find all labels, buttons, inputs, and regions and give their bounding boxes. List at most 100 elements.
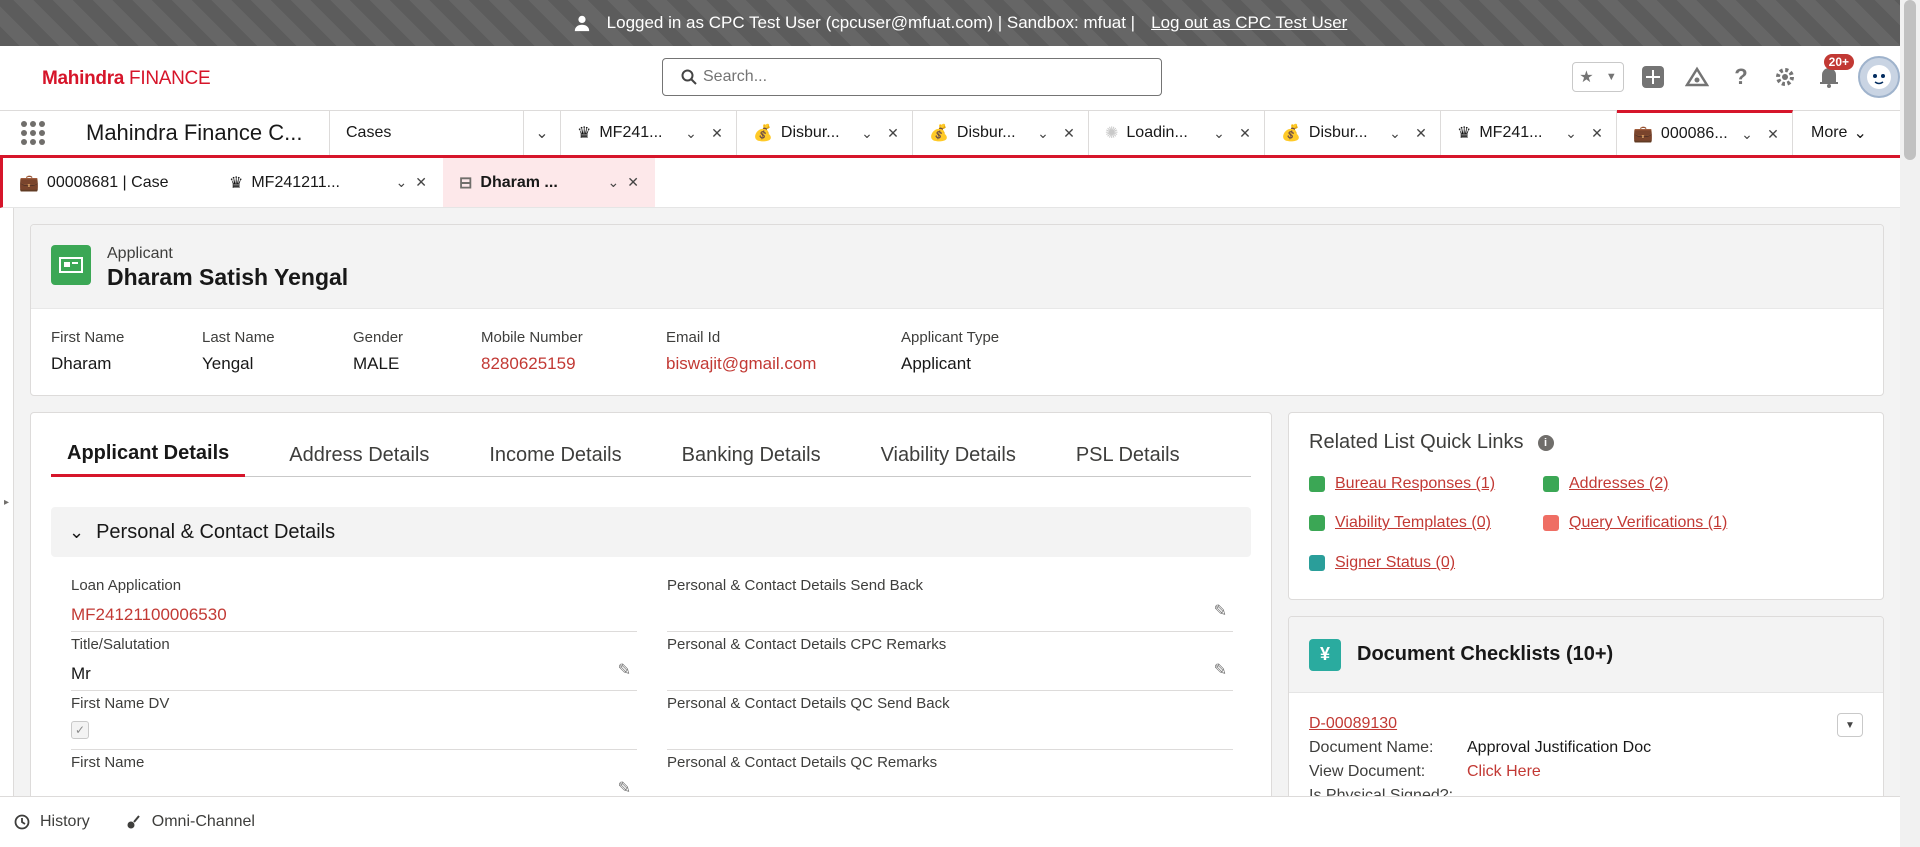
nav-menu-dropdown[interactable]: ⌄ [524,111,561,155]
crown-icon: ♛ [229,174,244,192]
quick-link-query-verifications[interactable]: Query Verifications (1) [1543,514,1727,532]
close-tab-icon[interactable]: ✕ [884,125,902,142]
edit-pencil-icon[interactable]: ✎ [618,660,631,680]
scrollbar-thumb[interactable] [1904,0,1916,160]
astro-avatar-icon [1867,65,1891,89]
quick-link-bureau-responses[interactable]: Bureau Responses (1) [1309,475,1495,493]
checklist-title[interactable]: Document Checklists (10+) [1357,643,1613,666]
chevron-down-icon[interactable]: ⌄ [1738,126,1756,143]
close-tab-icon[interactable]: ✕ [708,125,726,142]
notifications-button[interactable]: 20+ [1814,54,1854,92]
gear-icon [1776,68,1794,86]
user-avatar[interactable] [1858,56,1900,98]
company-logo[interactable]: Mahindra FINANCE [42,68,211,90]
workspace-tab[interactable]: ♛ MF241... ⌄ ✕ [1441,111,1617,155]
subtab-loan-application[interactable]: ♛ MF241211... ⌄ ✕ [213,158,443,207]
workspace-tab-active[interactable]: 💼 000086... ⌄ ✕ [1617,110,1793,155]
applicant-icon: ⊟ [459,174,473,192]
tab-applicant-details[interactable]: Applicant Details [51,433,246,477]
omni-channel-utility[interactable]: Omni-Channel [126,813,255,831]
login-as-banner: Logged in as CPC Test User (cpcuser@mfua… [0,0,1920,46]
view-document-link[interactable]: Click Here [1467,763,1541,781]
logout-link[interactable]: Log out as CPC Test User [1151,13,1347,33]
nav-item-cases[interactable]: Cases [330,111,524,155]
edit-pencil-icon[interactable]: ✎ [1214,660,1227,680]
info-icon[interactable]: i [1537,434,1554,451]
loan-application-link[interactable]: MF24121100006530 [71,605,227,625]
tab-viability-details[interactable]: Viability Details [865,433,1032,477]
global-actions-button[interactable] [1638,62,1668,92]
workspace-tab[interactable]: 💰 Disbur... ⌄ ✕ [737,111,913,155]
workspace-tab[interactable]: ✺ Loadin... ⌄ ✕ [1089,111,1265,155]
section-toggle-personal-contact[interactable]: ⌄ Personal & Contact Details [51,507,1251,557]
close-tab-icon[interactable]: ✕ [1236,125,1254,142]
quick-link-addresses[interactable]: Addresses (2) [1543,475,1669,493]
chevron-down-icon[interactable]: ⌄ [1386,125,1404,142]
field-label: Email Id [666,329,721,346]
chevron-down-icon[interactable]: ⌄ [682,125,700,142]
chevron-down-icon[interactable]: ⌄ [608,174,620,191]
chevron-down-icon[interactable]: ⌄ [1562,125,1580,142]
quick-link-signer-status[interactable]: Signer Status (0) [1309,554,1455,572]
money-bag-icon: 💰 [753,125,773,142]
workspace-tab[interactable]: ♛ MF241... ⌄ ✕ [561,111,737,155]
record-icon [1309,515,1325,531]
subtab-applicant-active[interactable]: ⊟ Dharam ... ⌄ ✕ [443,158,655,207]
chevron-down-icon[interactable]: ⌄ [1210,125,1228,142]
trailhead-icon [1685,66,1709,87]
quick-link-viability-templates[interactable]: Viability Templates (0) [1309,514,1491,532]
tab-address-details[interactable]: Address Details [273,433,445,477]
chevron-down-icon[interactable]: ⌄ [858,125,876,142]
close-subtab-icon[interactable]: ✕ [627,174,639,191]
money-bag-icon: 💰 [1281,125,1301,142]
edit-record-icon [1543,515,1559,531]
app-launcher-button[interactable] [0,111,66,155]
quick-link-label: Viability Templates (0) [1335,514,1491,531]
subtab-case[interactable]: 💼 00008681 | Case [3,158,213,207]
workspace-tab[interactable]: 💰 Disbur... ⌄ ✕ [913,111,1089,155]
global-search-input[interactable]: Search... [662,58,1162,96]
close-subtab-icon[interactable]: ✕ [415,174,427,191]
chevron-down-icon[interactable]: ⌄ [396,174,408,191]
edit-pencil-icon[interactable]: ✎ [618,778,631,796]
close-tab-icon[interactable]: ✕ [1764,126,1782,143]
workspace-tab[interactable]: 💰 Disbur... ⌄ ✕ [1265,111,1441,155]
more-tabs-button[interactable]: More ⌄ [1793,111,1867,155]
favorites-button[interactable]: ★ ▼ [1572,62,1624,92]
detail-tabset: Applicant Details Address Details Income… [51,433,1251,477]
checklist-record-link[interactable]: D-00089130 [1309,715,1397,733]
email-link[interactable]: biswajit@gmail.com [666,354,816,374]
related-list-quick-links: Related List Quick Links i Bureau Respon… [1288,412,1884,600]
chevron-down-icon[interactable]: ⌄ [1034,125,1052,142]
field-label: Personal & Contact Details Send Back [667,577,923,594]
help-button[interactable]: ? [1726,62,1756,92]
mobile-number-link[interactable]: 8280625159 [481,354,583,374]
close-tab-icon[interactable]: ✕ [1412,125,1430,142]
highlight-field-mobile: Mobile Number 8280625159 [481,329,583,374]
workspace-tab-label: Disbur... [956,124,1016,141]
field-label: Personal & Contact Details QC Remarks [667,754,938,771]
highlight-field-gender: Gender MALE [353,329,403,374]
history-utility[interactable]: History [14,813,90,831]
edit-pencil-icon[interactable]: ✎ [1214,601,1227,621]
field-label: Is Physical Signed?: [1309,787,1454,796]
briefcase-icon: 💼 [1633,126,1653,143]
loading-spinner-icon: ✺ [1105,125,1119,142]
field-value: Mr [71,664,91,683]
field-value: Yengal [202,354,254,373]
document-checklists-card: ¥ Document Checklists (10+) D-00089130 ▼… [1288,616,1884,796]
trailhead-button[interactable] [1682,62,1712,92]
chevron-down-icon[interactable]: ▼ [1606,71,1617,83]
page-scrollbar[interactable] [1900,0,1920,847]
setup-button[interactable] [1770,62,1800,92]
tab-income-details[interactable]: Income Details [473,433,637,477]
record-actions-menu[interactable]: ▼ [1837,713,1863,737]
close-tab-icon[interactable]: ✕ [1588,125,1606,142]
sidebar-toggle[interactable]: ▸ [0,208,14,796]
tab-psl-details[interactable]: PSL Details [1060,433,1196,477]
close-tab-icon[interactable]: ✕ [1060,125,1078,142]
tab-banking-details[interactable]: Banking Details [666,433,837,477]
field-first-name: First Name ✎ [71,750,637,796]
subtab-label: 00008681 | Case [46,173,169,191]
highlight-field-email: Email Id biswajit@gmail.com [666,329,816,374]
